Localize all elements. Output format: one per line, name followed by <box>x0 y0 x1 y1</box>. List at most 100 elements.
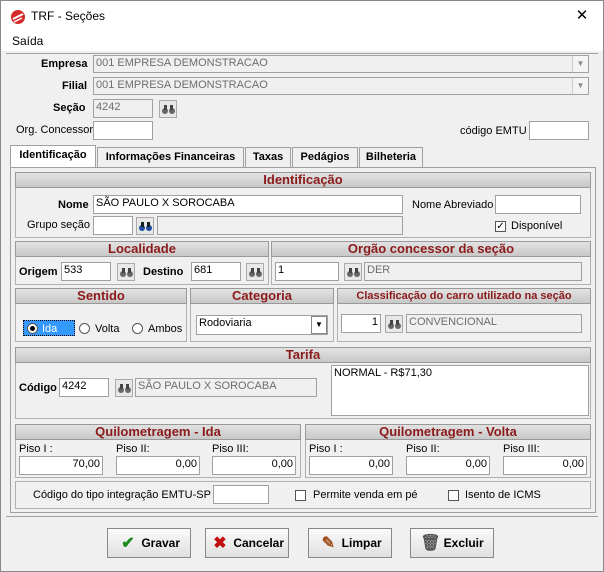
tab-identificacao[interactable]: Identificação <box>10 145 96 167</box>
broom-icon: ✎ <box>321 534 336 552</box>
grupo-secao-label: Grupo seção <box>27 219 90 231</box>
binoculars-icon[interactable] <box>246 263 264 281</box>
filial-value: 001 EMPRESA DEMONSTRACAO <box>96 79 268 91</box>
emtu-sp-label: Código do tipo integração EMTU-SP <box>33 489 211 501</box>
classificacao-desc: CONVENCIONAL <box>406 314 582 333</box>
gravar-button[interactable]: ✔ Gravar <box>107 528 191 558</box>
radio-volta[interactable] <box>79 323 90 334</box>
nome-abreviado-label: Nome Abreviado <box>412 199 494 211</box>
radio-ambos[interactable] <box>132 323 143 334</box>
radio-ida[interactable] <box>27 323 38 334</box>
empresa-value: 001 EMPRESA DEMONSTRACAO <box>96 57 268 69</box>
km-volta-piso3-field[interactable]: 0,00 <box>503 456 587 475</box>
classificacao-code-field[interactable]: 1 <box>341 314 381 333</box>
binoculars-icon[interactable] <box>117 263 135 281</box>
km-ida-piso3-field[interactable]: 0,00 <box>212 456 296 475</box>
divider <box>6 53 598 54</box>
filial-combo[interactable]: 001 EMPRESA DEMONSTRACAO ▼ <box>93 77 589 95</box>
disponivel-label: Disponível <box>511 220 563 232</box>
disponivel-checkbox[interactable]: ✓ <box>495 221 506 232</box>
binoculars-icon[interactable] <box>115 379 133 397</box>
tab-bilheteria[interactable]: Bilheteria <box>359 147 423 167</box>
tarifa-header: Tarifa <box>15 347 591 363</box>
tarifa-list[interactable]: NORMAL - R$71,30 <box>331 365 589 416</box>
binoculars-icon[interactable] <box>344 263 362 281</box>
nome-label: Nome <box>58 199 89 211</box>
nome-field[interactable]: SÃO PAULO X SOROCABA <box>93 195 403 214</box>
localidade-header: Localidade <box>15 241 269 257</box>
categoria-select[interactable]: Rodoviaria ▼ <box>196 315 328 335</box>
classificacao-header: Classificação do carro utilizado na seçã… <box>337 288 591 304</box>
limpar-button[interactable]: ✎ Limpar <box>308 528 392 558</box>
tarifa-codigo-desc: SÃO PAULO X SOROCABA <box>135 378 317 397</box>
title-bar: TRF - Seções ✕ <box>1 1 603 31</box>
binoculars-icon[interactable] <box>159 100 177 118</box>
orgao-code-field[interactable]: 1 <box>275 262 339 281</box>
destino-label: Destino <box>143 266 184 278</box>
km-volta-piso3-label: Piso III: <box>503 443 540 455</box>
window-title: TRF - Seções <box>31 9 106 23</box>
check-icon: ✔ <box>121 534 135 552</box>
codigo-emtu-field[interactable] <box>529 121 589 140</box>
venda-pe-label: Permite venda em pé <box>313 489 418 501</box>
chevron-down-icon[interactable]: ▼ <box>311 316 327 334</box>
tab-informacoes-financeiras[interactable]: Informações Financeiras <box>97 147 244 167</box>
excluir-label: Excluir <box>443 536 484 550</box>
cancelar-button[interactable]: ✖ Cancelar <box>205 528 289 558</box>
km-volta-piso1-field[interactable]: 0,00 <box>309 456 393 475</box>
radio-volta-label: Volta <box>95 323 120 335</box>
km-ida-piso2-label: Piso II: <box>116 443 150 455</box>
nome-abreviado-field[interactable] <box>495 195 581 214</box>
empresa-label: Empresa <box>41 58 88 70</box>
tab-taxas[interactable]: Taxas <box>245 147 291 167</box>
tab-panel-identificacao: Identificação Nome SÃO PAULO X SOROCABA … <box>10 167 596 513</box>
km-ida-piso3-label: Piso III: <box>212 443 249 455</box>
empresa-combo[interactable]: 001 EMPRESA DEMONSTRACAO ▼ <box>93 55 589 73</box>
sentido-header: Sentido <box>15 288 187 304</box>
radio-ambos-label: Ambos <box>148 323 183 335</box>
orgao-desc: DER <box>364 262 582 281</box>
binoculars-icon[interactable] <box>385 315 403 333</box>
secao-field[interactable]: 4242 <box>93 99 153 118</box>
cancelar-label: Cancelar <box>233 536 285 550</box>
codigo-label: Código <box>19 382 57 394</box>
categoria-value: Rodoviaria <box>199 317 252 329</box>
limpar-label: Limpar <box>341 536 382 550</box>
origem-label: Origem <box>19 266 58 278</box>
org-concessor-field[interactable] <box>93 121 153 140</box>
radio-ida-label: Ida <box>42 323 58 335</box>
categoria-header: Categoria <box>190 288 334 304</box>
x-icon: ✖ <box>213 534 227 552</box>
app-icon <box>11 10 25 24</box>
km-volta-header: Quilometragem - Volta <box>305 424 591 440</box>
window: TRF - Seções ✕ Saída Empresa 001 EMPRESA… <box>0 0 604 572</box>
isento-icms-label: Isento de ICMS <box>465 489 541 501</box>
filial-label: Filial <box>62 80 88 92</box>
km-ida-piso2-field[interactable]: 0,00 <box>116 456 200 475</box>
tab-pedagios[interactable]: Pedágios <box>292 147 358 167</box>
codigo-emtu-label: código EMTU <box>460 125 527 137</box>
km-ida-piso1-field[interactable]: 70,00 <box>19 456 103 475</box>
binoculars-icon[interactable] <box>136 217 154 235</box>
close-button[interactable]: ✕ <box>567 5 597 27</box>
chevron-down-icon[interactable]: ▼ <box>572 56 588 72</box>
secao-label: Seção <box>53 102 86 114</box>
km-volta-piso1-label: Piso I : <box>309 443 343 455</box>
divider <box>6 516 598 517</box>
identificacao-header: Identificação <box>15 172 591 188</box>
emtu-sp-field[interactable] <box>213 485 269 504</box>
origem-field[interactable]: 533 <box>61 262 111 281</box>
excluir-button[interactable]: 🗑 Excluir <box>410 528 494 558</box>
grupo-secao-field[interactable] <box>93 216 133 235</box>
grupo-secao-desc <box>157 216 403 235</box>
tarifa-codigo-field[interactable]: 4242 <box>59 378 109 397</box>
trash-icon: 🗑 <box>420 534 441 552</box>
km-volta-piso2-field[interactable]: 0,00 <box>406 456 490 475</box>
km-ida-piso1-label: Piso I : <box>19 443 53 455</box>
chevron-down-icon[interactable]: ▼ <box>572 78 588 94</box>
menu-saida[interactable]: Saída <box>12 34 43 48</box>
km-ida-header: Quilometragem - Ida <box>15 424 301 440</box>
isento-icms-checkbox[interactable] <box>448 490 459 501</box>
venda-pe-checkbox[interactable] <box>295 490 306 501</box>
destino-field[interactable]: 681 <box>191 262 241 281</box>
